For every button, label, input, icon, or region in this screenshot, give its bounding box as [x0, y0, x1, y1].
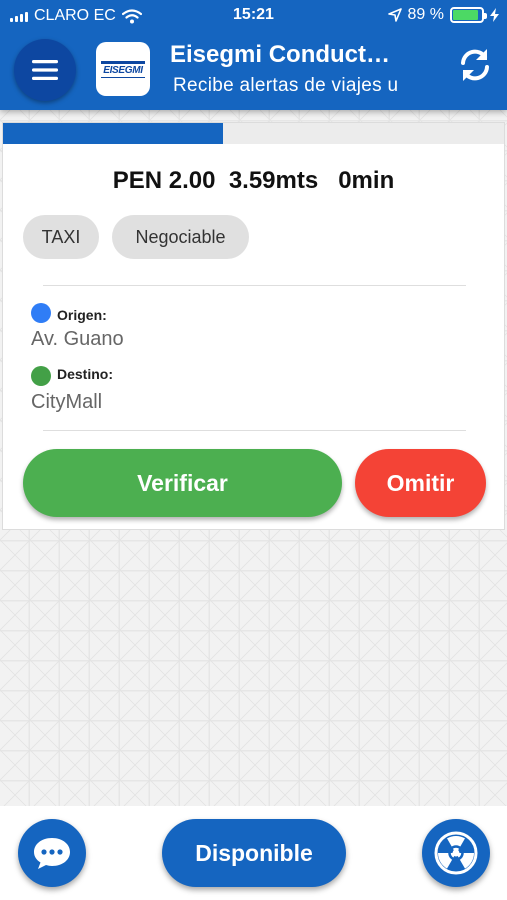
chat-button[interactable] [18, 819, 86, 887]
radioactive-icon [434, 831, 478, 875]
status-bar: CLARO EC 15:21 89 % [0, 0, 507, 32]
divider [43, 430, 466, 431]
trip-summary: PEN 2.00 3.59mts 0min [112, 167, 395, 194]
tag-service-type: TAXI [23, 215, 99, 259]
app-header: CLARO EC 15:21 89 % EISEGMI Eisegmi Cond… [0, 0, 507, 110]
countdown-progress-bar [3, 123, 504, 144]
system-indicators: 89 % [387, 6, 499, 24]
app-subtitle: Recibe alertas de viajes u [173, 75, 399, 96]
battery-percent: 89 % [407, 6, 444, 23]
logo-text: EISEGMI [101, 60, 145, 78]
hazard-button[interactable] [422, 819, 490, 887]
tag-negotiable: Negociable [112, 215, 249, 259]
skip-button[interactable]: Omitir [355, 449, 486, 517]
origin-label: Origen: [57, 307, 107, 323]
origin-dot-icon [31, 303, 51, 323]
progress-fill [3, 123, 224, 144]
battery-icon [450, 7, 487, 23]
refresh-icon [461, 49, 489, 81]
origin-value: Av. Guano [31, 328, 124, 350]
verify-button[interactable]: Verificar [23, 449, 342, 517]
refresh-button[interactable] [454, 44, 496, 86]
destination-dot-icon [31, 366, 51, 386]
destination-value: CityMall [31, 391, 103, 413]
app-logo: EISEGMI [96, 42, 150, 96]
menu-icon [32, 60, 58, 80]
trip-request-card: PEN 2.00 3.59mts 0min TAXI Negociable Or… [2, 122, 505, 530]
destination-label: Destino: [57, 366, 113, 382]
menu-button[interactable] [14, 39, 76, 101]
location-arrow-icon [387, 8, 402, 22]
chat-icon [34, 838, 70, 869]
charging-icon [490, 8, 499, 22]
divider [43, 285, 466, 286]
available-button[interactable]: Disponible [162, 819, 346, 887]
app-title: Eisegmi Conduct… [170, 41, 391, 68]
